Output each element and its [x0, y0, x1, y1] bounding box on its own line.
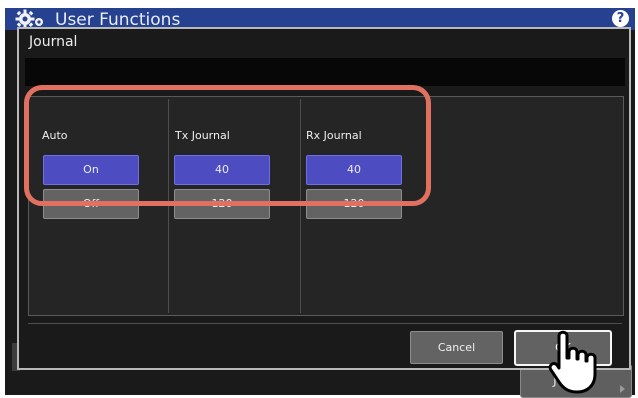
- column-divider: [300, 99, 301, 313]
- dialog-message-bar: [25, 58, 625, 86]
- cancel-button[interactable]: Cancel: [410, 331, 503, 364]
- help-icon[interactable]: ?: [612, 10, 629, 27]
- gear-icon: [15, 9, 43, 29]
- tx-journal-40-button[interactable]: 40: [174, 155, 270, 185]
- rx-journal-40-button[interactable]: 40: [306, 155, 402, 185]
- auto-on-button[interactable]: On: [43, 155, 139, 185]
- tx-journal-label: Tx Journal: [175, 129, 230, 142]
- settings-panel: Auto On Off Tx Journal 40 120 Rx Journal…: [28, 96, 624, 316]
- rx-journal-label: Rx Journal: [306, 129, 362, 142]
- tx-journal-120-button[interactable]: 120: [174, 189, 270, 219]
- triangle-right-icon: [620, 385, 625, 393]
- pointer-hand-icon: [548, 330, 597, 394]
- journal-dialog: Journal Auto On Off Tx Journal 40 120 Rx…: [17, 27, 631, 370]
- footer-divider: [28, 323, 622, 324]
- rx-journal-120-button[interactable]: 120: [306, 189, 402, 219]
- dialog-title: Journal: [29, 34, 78, 50]
- column-divider: [168, 99, 169, 313]
- auto-off-button[interactable]: Off: [43, 189, 139, 219]
- auto-label: Auto: [42, 129, 68, 142]
